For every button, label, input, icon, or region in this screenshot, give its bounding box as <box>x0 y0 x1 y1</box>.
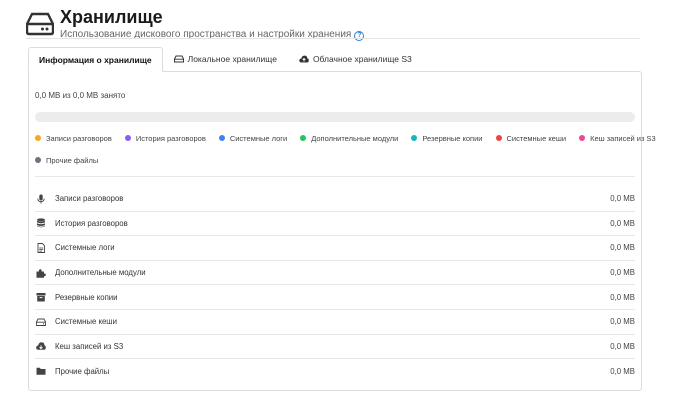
legend-dot <box>300 135 307 141</box>
usage-row-label: Дополнительные модули <box>55 268 146 278</box>
usage-row-extra-modules: Дополнительные модули 0,0 MB <box>35 261 635 286</box>
legend-label: Прочие файлы <box>46 155 99 165</box>
microphone-icon <box>37 194 45 204</box>
legend-label: История разговоров <box>135 133 206 143</box>
usage-row-label: Системные логи <box>55 243 115 253</box>
archive-icon <box>36 293 46 302</box>
header-divider <box>26 38 640 39</box>
storage-info-panel: 0,0 MB из 0,0 MB занято Записи разговоро… <box>28 71 656 391</box>
legend-divider <box>35 176 635 177</box>
legend-label: Системные кеши <box>506 133 567 143</box>
usage-row-backups: Резервные копии 0,0 MB <box>35 285 635 310</box>
usage-row-label: Системные кеши <box>55 317 117 327</box>
usage-legend: Записи разговоров История разговоров Сис… <box>35 132 656 176</box>
page-header: Хранилище Использование дискового простр… <box>26 6 646 41</box>
tab-bar: Информация о хранилище Локальное хранили… <box>28 47 423 72</box>
tab-local-storage[interactable]: Локальное хранилище <box>163 47 288 71</box>
storage-usage-list: Записи разговоров 0,0 MB История разгово… <box>35 187 635 384</box>
tab-label: Информация о хранилище <box>39 54 152 65</box>
legend-item-backups: Резервные копии <box>411 133 483 143</box>
hard-drive-icon <box>36 318 46 326</box>
legend-dot <box>35 135 41 141</box>
legend-label: Записи разговоров <box>46 133 112 143</box>
usage-row-value: 0,0 MB <box>610 292 635 302</box>
legend-label: Резервные копии <box>422 133 483 143</box>
legend-item-call-recordings: Записи разговоров <box>35 134 112 143</box>
legend-item-system-logs: Системные логи <box>218 133 288 143</box>
folder-icon <box>36 368 46 376</box>
legend-item-extra-modules: Дополнительные модули <box>300 134 398 143</box>
usage-row-label: Кеш записей из S3 <box>55 341 124 351</box>
legend-item-system-caches: Системные кеши <box>495 133 567 143</box>
file-text-icon <box>37 243 45 253</box>
cloud-upload-icon <box>299 55 309 63</box>
usage-row-system-logs: Системные логи 0,0 MB <box>35 236 635 261</box>
usage-row-value: 0,0 MB <box>610 317 635 327</box>
usage-row-s3-cache: Кеш записей из S3 0,0 MB <box>35 335 635 360</box>
legend-item-other-files: Прочие файлы <box>35 156 98 165</box>
legend-item-call-history: История разговоров <box>124 133 206 143</box>
page-title: Хранилище <box>60 7 163 27</box>
cloud-download-icon <box>36 342 46 351</box>
usage-row-label: Прочие файлы <box>55 366 110 376</box>
tab-label: Облачное хранилище S3 <box>312 54 412 64</box>
legend-dot <box>35 157 41 163</box>
question-circle-icon[interactable]: ? <box>354 31 365 41</box>
usage-row-label: Резервные копии <box>55 292 118 302</box>
legend-item-s3-cache: Кеш записей из S3 <box>579 134 656 143</box>
usage-row-label: История разговоров <box>55 218 128 228</box>
legend-dot <box>218 135 225 141</box>
legend-label: Системные логи <box>229 133 288 143</box>
hard-drive-icon <box>26 12 54 36</box>
usage-row-value: 0,0 MB <box>610 366 635 376</box>
usage-row-label: Записи разговоров <box>55 194 124 204</box>
tab-cloud-storage-s3[interactable]: Облачное хранилище S3 <box>288 47 423 71</box>
legend-dot <box>411 135 418 141</box>
legend-row: Прочие файлы <box>35 154 635 166</box>
usage-row-value: 0,0 MB <box>610 268 635 278</box>
database-icon <box>37 218 45 228</box>
tab-label: Локальное хранилище <box>187 54 277 64</box>
legend-dot <box>579 135 586 141</box>
usage-row-value: 0,0 MB <box>610 218 635 228</box>
legend-row: Записи разговоров История разговоров Сис… <box>35 132 656 144</box>
puzzle-icon <box>36 268 46 278</box>
usage-row-system-caches: Системные кеши 0,0 MB <box>35 310 635 335</box>
tab-storage-info[interactable]: Информация о хранилище <box>28 47 163 72</box>
usage-summary: 0,0 MB из 0,0 MB занято <box>35 91 126 100</box>
usage-row-call-recordings: Записи разговоров 0,0 MB <box>35 187 635 212</box>
usage-row-value: 0,0 MB <box>610 194 635 204</box>
usage-row-call-history: История разговоров 0,0 MB <box>35 212 635 237</box>
legend-dot <box>124 135 131 141</box>
hard-drive-icon <box>173 55 184 63</box>
usage-row-other-files: Прочие файлы 0,0 MB <box>35 359 635 384</box>
usage-progress-bar <box>35 112 635 122</box>
usage-row-value: 0,0 MB <box>610 341 635 351</box>
legend-dot <box>495 135 502 141</box>
usage-row-value: 0,0 MB <box>610 243 635 253</box>
legend-label: Дополнительные модули <box>311 133 399 143</box>
legend-label: Кеш записей из S3 <box>590 133 656 143</box>
page-subtitle: Использование дискового пространства и н… <box>60 29 365 41</box>
